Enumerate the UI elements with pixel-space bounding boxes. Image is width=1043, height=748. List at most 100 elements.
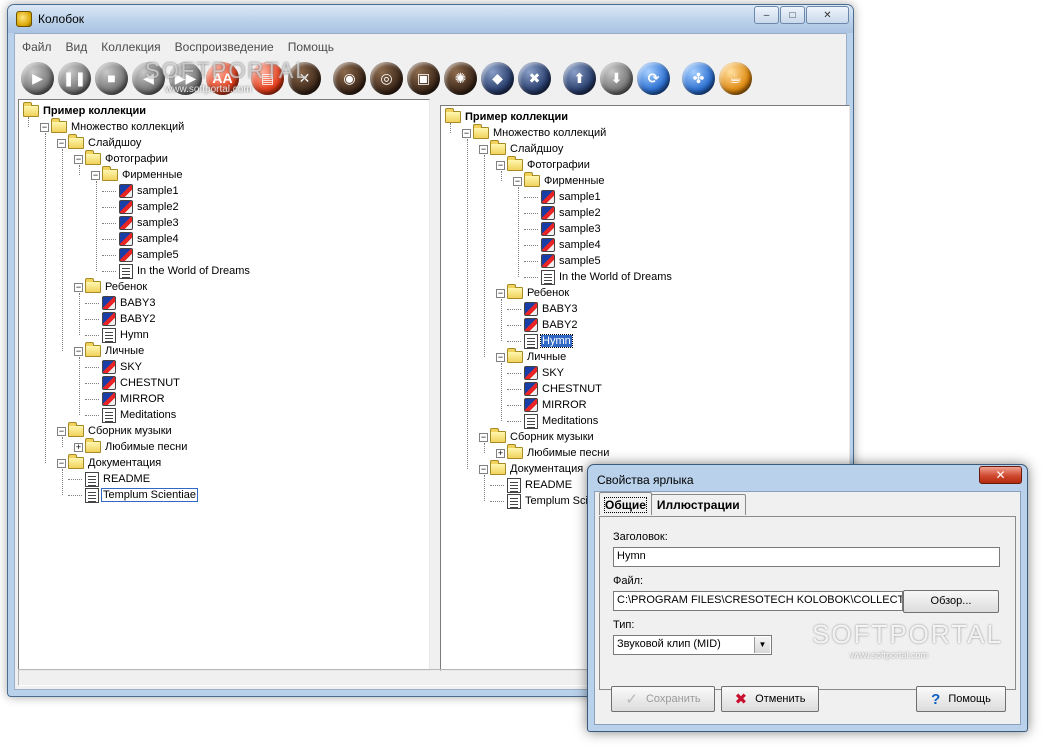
tag-button[interactable]: ◆: [481, 61, 514, 95]
tree-item-node[interactable]: sample1: [530, 189, 602, 205]
tree-item-node[interactable]: MIRROR: [91, 391, 166, 407]
collapse-icon[interactable]: −: [74, 346, 83, 356]
tree-pane-left[interactable]: Пример коллекции − Множество коллекций − Сла…: [18, 99, 430, 671]
ring-alt-button[interactable]: ◎: [370, 61, 403, 95]
tree-folder-node[interactable]: + Любимые песни: [496, 444, 610, 461]
tree-folder-node[interactable]: − Ребенок: [74, 278, 148, 295]
tree-item-node[interactable]: sample2: [530, 205, 602, 221]
tree-folder-node[interactable]: − Фотографии: [74, 150, 169, 167]
tree-item-node[interactable]: BABY3: [91, 295, 156, 311]
tree-item-node[interactable]: sample4: [108, 231, 180, 247]
menu-view[interactable]: Вид: [59, 38, 95, 56]
fan-button[interactable]: ✤: [682, 61, 715, 95]
collapse-icon[interactable]: −: [74, 154, 83, 164]
collapse-icon[interactable]: −: [496, 288, 505, 298]
tree-folder-node[interactable]: − Личные: [496, 348, 567, 365]
tree-item-node[interactable]: In the World of Dreams: [530, 269, 673, 285]
tree-item-node[interactable]: BABY3: [513, 301, 578, 317]
tree-folder-node[interactable]: − Ребенок: [496, 284, 570, 301]
tree-item-node[interactable]: Hymn: [91, 327, 150, 343]
tree-item-node[interactable]: sample3: [108, 215, 180, 231]
type-select[interactable]: Звуковой клип (MID) ▼: [613, 635, 772, 655]
menu-file[interactable]: Файл: [15, 38, 59, 56]
expand-icon[interactable]: +: [496, 448, 505, 458]
tree-item-node[interactable]: MIRROR: [513, 397, 588, 413]
save-button[interactable]: ✓ Сохранить: [611, 686, 715, 712]
menu-collection[interactable]: Коллекция: [94, 38, 167, 56]
refresh-button[interactable]: ⟳: [637, 61, 670, 95]
play-button[interactable]: ▶: [21, 61, 54, 95]
move-up-button[interactable]: ⬆: [563, 61, 596, 95]
chevron-down-icon[interactable]: ▼: [754, 637, 770, 653]
tree-folder-node[interactable]: − Слайдшоу: [57, 134, 142, 151]
tree-folder-node[interactable]: − Множество коллекций: [462, 124, 607, 141]
cup-button[interactable]: ☕: [719, 61, 752, 95]
tree-folder-node[interactable]: − Личные: [74, 342, 145, 359]
help-button[interactable]: ? Помощь: [916, 686, 1006, 712]
tree-item-node[interactable]: Meditations: [513, 413, 599, 429]
file-input[interactable]: C:\PROGRAM FILES\CRESOTECH KOLOBOK\COLLE…: [613, 591, 903, 611]
heading-input[interactable]: Hymn: [613, 547, 1000, 567]
tree-folder-node[interactable]: Пример коллекции: [445, 108, 569, 125]
collapse-icon[interactable]: −: [479, 464, 488, 474]
title-bar[interactable]: Колобок – □ ✕: [8, 5, 853, 33]
tree-item-node[interactable]: sample4: [530, 237, 602, 253]
ring-button[interactable]: ◉: [333, 61, 366, 95]
collapse-icon[interactable]: −: [513, 176, 522, 186]
pause-button[interactable]: ❚❚: [58, 61, 91, 95]
collapse-icon[interactable]: −: [57, 138, 66, 148]
tree-item-node[interactable]: CHESTNUT: [513, 381, 603, 397]
tree-folder-node[interactable]: + Любимые песни: [74, 438, 188, 455]
tree-folder-node[interactable]: − Документация: [479, 460, 584, 477]
move-down-button[interactable]: ⬇: [600, 61, 633, 95]
tree-item-node[interactable]: SKY: [91, 359, 143, 375]
collapse-icon[interactable]: −: [40, 122, 49, 132]
tab-illustrations[interactable]: Иллюстрации: [650, 494, 746, 515]
delete-button[interactable]: ✖: [518, 61, 551, 95]
tree-item-node[interactable]: sample5: [530, 253, 602, 269]
collapse-icon[interactable]: −: [496, 352, 505, 362]
tab-general[interactable]: Общие: [599, 492, 652, 515]
settings-button[interactable]: ✺: [444, 61, 477, 95]
tree-item-node[interactable]: BABY2: [91, 311, 156, 327]
maximize-button[interactable]: □: [780, 6, 805, 24]
window-button[interactable]: ▣: [407, 61, 440, 95]
tree-item-node[interactable]: sample1: [108, 183, 180, 199]
collapse-icon[interactable]: −: [462, 128, 471, 138]
tree-item-node[interactable]: README: [74, 471, 151, 487]
browse-button[interactable]: Обзор...: [903, 590, 999, 613]
tree-folder-node[interactable]: − Слайдшоу: [479, 140, 564, 157]
tree-item-node[interactable]: sample3: [530, 221, 602, 237]
tree-item-node[interactable]: Templum Scientiae: [74, 487, 198, 503]
expand-icon[interactable]: +: [74, 442, 83, 452]
tree-item-node[interactable]: sample2: [108, 199, 180, 215]
tree-item-node[interactable]: SKY: [513, 365, 565, 381]
tree-folder-node[interactable]: − Множество коллекций: [40, 118, 185, 135]
menu-help[interactable]: Помощь: [281, 38, 341, 56]
collapse-icon[interactable]: −: [57, 426, 66, 436]
tree-folder-node[interactable]: − Сборник музыки: [479, 428, 595, 445]
stop-button[interactable]: ■: [95, 61, 128, 95]
collapse-icon[interactable]: −: [479, 432, 488, 442]
tree-item-node[interactable]: BABY2: [513, 317, 578, 333]
collapse-icon[interactable]: −: [74, 282, 83, 292]
cancel-button[interactable]: ✖ Отменить: [721, 686, 819, 712]
tree-item-node[interactable]: CHESTNUT: [91, 375, 181, 391]
tree-folder-node[interactable]: − Документация: [57, 454, 162, 471]
tree-item-node[interactable]: README: [496, 477, 573, 493]
tree-item-node[interactable]: sample5: [108, 247, 180, 263]
dialog-close-button[interactable]: ✕: [979, 466, 1022, 484]
minimize-button[interactable]: –: [754, 6, 779, 24]
collapse-icon[interactable]: −: [496, 160, 505, 170]
close-button[interactable]: ✕: [806, 6, 849, 24]
collapse-icon[interactable]: −: [91, 170, 100, 180]
tree-folder-node[interactable]: − Сборник музыки: [57, 422, 173, 439]
tree-folder-node[interactable]: − Фирменные: [513, 172, 605, 189]
tree-folder-node[interactable]: − Фирменные: [91, 166, 183, 183]
tree-folder-node[interactable]: Пример коллекции: [23, 102, 147, 119]
collapse-icon[interactable]: −: [479, 144, 488, 154]
menu-playback[interactable]: Воспроизведение: [168, 38, 281, 56]
collapse-icon[interactable]: −: [57, 458, 66, 468]
tree-folder-node[interactable]: − Фотографии: [496, 156, 591, 173]
tree-item-node[interactable]: Hymn: [513, 333, 573, 349]
